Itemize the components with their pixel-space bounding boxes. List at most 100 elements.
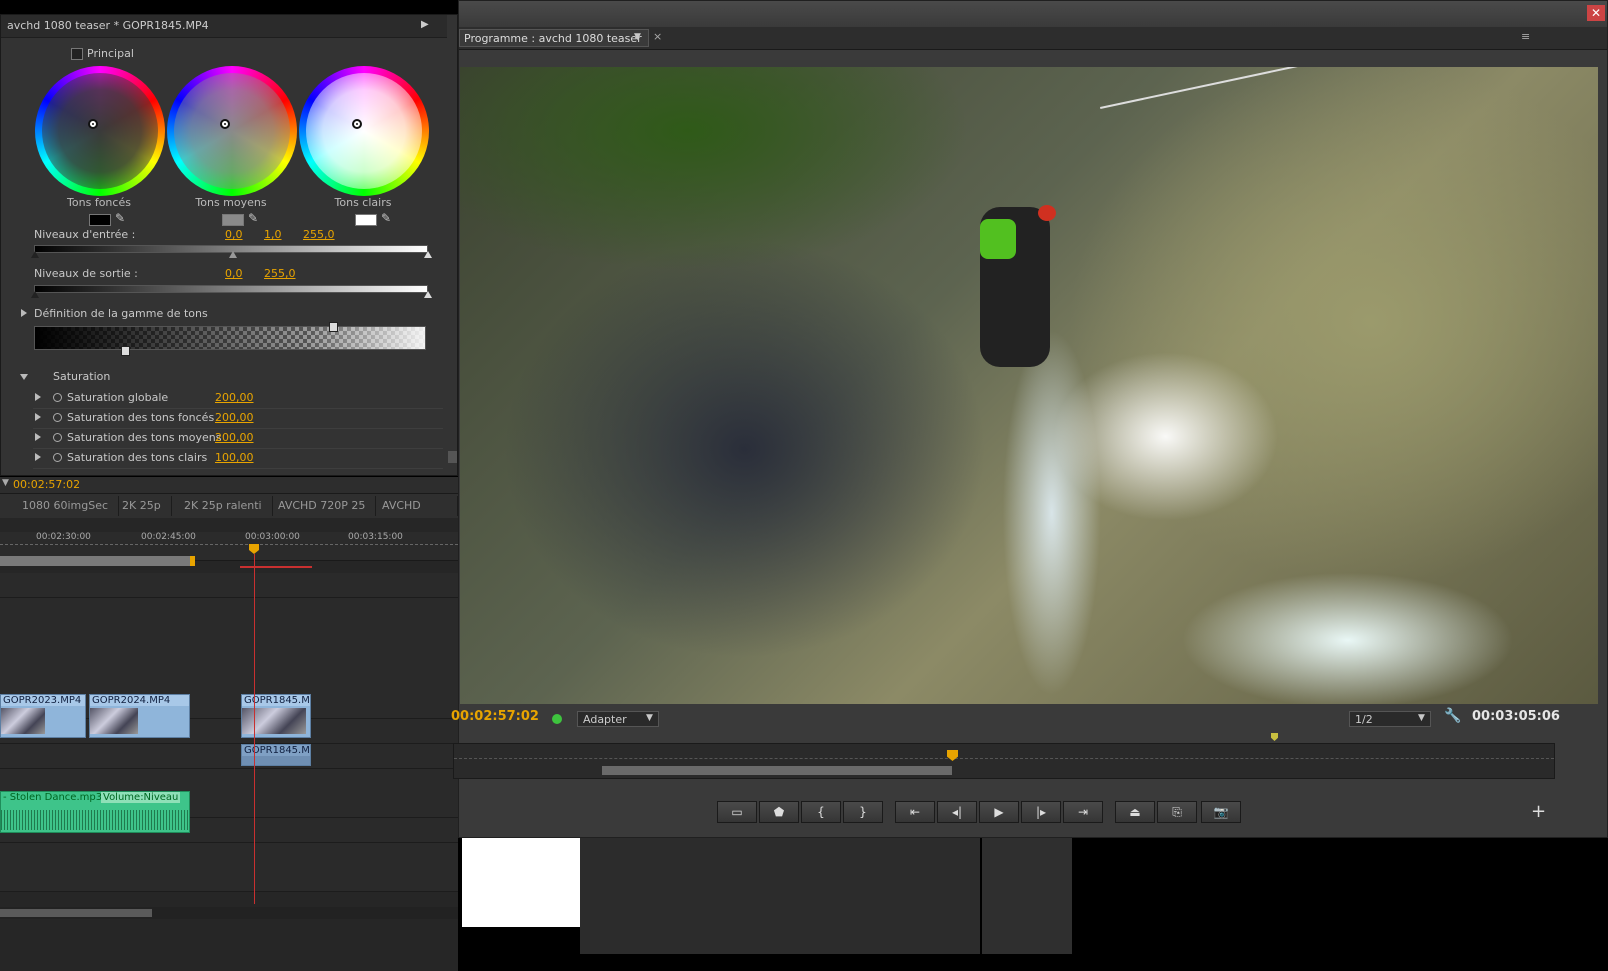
- go-to-in-button[interactable]: ⇤: [895, 801, 935, 823]
- video-clip[interactable]: GOPR2023.MP4: [0, 694, 86, 738]
- fit-dropdown[interactable]: Adapter ▼: [577, 711, 659, 727]
- timeline-header-space: [0, 518, 458, 532]
- shadows-swatch[interactable]: [89, 214, 111, 226]
- work-area-bar[interactable]: [0, 556, 192, 566]
- input-level-white[interactable]: 255,0: [303, 228, 335, 241]
- wrench-icon[interactable]: 🔧: [1444, 708, 1461, 724]
- sequence-tab[interactable]: 2K 25p ralenti: [174, 496, 273, 516]
- expand-arrow-icon[interactable]: [35, 453, 41, 461]
- background-panel: [982, 825, 1072, 954]
- output-black-slider[interactable]: [31, 291, 39, 298]
- stopwatch-icon[interactable]: [53, 433, 62, 442]
- zoom-scroll-bar[interactable]: [602, 766, 952, 775]
- chevron-down-icon[interactable]: ▼: [634, 32, 641, 42]
- resolution-dropdown[interactable]: 1/2 ▼: [1349, 711, 1431, 727]
- ruler-label: 00:02:45:00: [141, 532, 196, 542]
- step-forward-button[interactable]: |▸: [1021, 801, 1061, 823]
- collapse-arrow-icon[interactable]: [20, 374, 28, 380]
- extract-button[interactable]: ⎘: [1157, 801, 1197, 823]
- tone-range-handle[interactable]: [329, 322, 338, 332]
- work-area-end-handle[interactable]: [190, 556, 195, 566]
- safe-margins-button[interactable]: ▭: [717, 801, 757, 823]
- input-level-black[interactable]: 0,0: [225, 228, 243, 241]
- panel-arrow-icon[interactable]: ▶: [421, 19, 429, 30]
- highlights-color-wheel[interactable]: [299, 66, 429, 196]
- time-ruler[interactable]: 00:02:30:00 00:02:45:00 00:03:00:00 00:0…: [0, 532, 458, 568]
- add-marker-button[interactable]: ⬟: [759, 801, 799, 823]
- mark-out-button[interactable]: }: [843, 801, 883, 823]
- principal-checkbox[interactable]: [71, 48, 83, 60]
- stopwatch-icon[interactable]: [53, 453, 62, 462]
- stopwatch-icon[interactable]: [53, 413, 62, 422]
- sequence-tab[interactable]: 2K 25p: [112, 496, 172, 516]
- tone-range-handle[interactable]: [121, 346, 130, 356]
- video-clip-lower[interactable]: GOPR1845.M: [241, 744, 311, 766]
- stopwatch-icon[interactable]: [53, 393, 62, 402]
- render-bar: [240, 566, 312, 568]
- eyedropper-icon[interactable]: ✎: [115, 211, 125, 225]
- step-back-button[interactable]: ◂|: [937, 801, 977, 823]
- output-level-black[interactable]: 0,0: [225, 267, 243, 280]
- lift-button[interactable]: ⏏: [1115, 801, 1155, 823]
- saturation-row-label: Saturation globale: [67, 391, 169, 404]
- saturation-row-value[interactable]: 200,00: [215, 411, 254, 424]
- program-tab[interactable]: Programme : avchd 1080 teaser ▼: [459, 29, 649, 47]
- climber-helmet: [1038, 205, 1056, 221]
- program-video-frame[interactable]: [460, 67, 1598, 704]
- expand-arrow-icon[interactable]: [21, 309, 27, 317]
- effect-header-title: avchd 1080 teaser * GOPR1845.MP4: [7, 19, 209, 32]
- timeline-scrollbar[interactable]: [0, 907, 458, 919]
- audio-effect-dropdown[interactable]: Volume:Niveau: [101, 792, 181, 803]
- close-window-icon[interactable]: ✕: [1587, 5, 1605, 21]
- background-panel: [580, 825, 980, 954]
- audio-clip[interactable]: - Stolen Dance.mp3 Volume:Niveau: [0, 791, 190, 833]
- sequence-tab[interactable]: 1080 60imgSec: [12, 496, 120, 516]
- eyedropper-icon[interactable]: ✎: [248, 211, 258, 225]
- input-gamma-slider[interactable]: [229, 251, 237, 258]
- highlights-wheel-handle[interactable]: [352, 119, 362, 129]
- marker-icon[interactable]: [1271, 733, 1278, 741]
- midtones-swatch[interactable]: [222, 214, 244, 226]
- highlights-swatch[interactable]: [355, 214, 377, 226]
- input-white-slider[interactable]: [424, 251, 432, 258]
- video-clip[interactable]: GOPR2024.MP4: [89, 694, 190, 738]
- output-level-white[interactable]: 255,0: [264, 267, 296, 280]
- expand-arrow-icon[interactable]: [35, 433, 41, 441]
- shadows-color-wheel[interactable]: [35, 66, 165, 196]
- program-monitor-window: ✕ Programme : avchd 1080 teaser ▼ × ≡ 00…: [451, 0, 1608, 838]
- midtones-wheel-handle[interactable]: [220, 119, 230, 129]
- eyedropper-icon[interactable]: ✎: [381, 211, 391, 225]
- input-level-gamma[interactable]: 1,0: [264, 228, 282, 241]
- midtones-label: Tons moyens: [195, 196, 267, 209]
- shadows-label: Tons foncés: [67, 196, 131, 209]
- scrollbar-thumb[interactable]: [0, 909, 152, 917]
- expand-arrow-icon[interactable]: [35, 413, 41, 421]
- playhead-line[interactable]: [254, 554, 255, 904]
- saturation-row-value[interactable]: 200,00: [215, 431, 254, 444]
- sequence-tab[interactable]: AVCHD 720P 25: [268, 496, 377, 516]
- tone-range-bar[interactable]: [34, 326, 426, 350]
- panel-menu-icon[interactable]: ≡: [1521, 30, 1530, 43]
- midtones-color-wheel[interactable]: [167, 66, 297, 196]
- effect-timecode[interactable]: 00:02:57:02: [13, 478, 80, 491]
- shadows-wheel-handle[interactable]: [88, 119, 98, 129]
- input-black-slider[interactable]: [31, 251, 39, 258]
- close-tab-icon[interactable]: ×: [653, 30, 662, 43]
- current-timecode[interactable]: 00:02:57:02: [451, 709, 539, 724]
- add-button-icon[interactable]: +: [1531, 801, 1546, 822]
- video-track: [0, 573, 458, 598]
- program-tab-label: Programme : avchd 1080 teaser: [464, 32, 642, 45]
- saturation-row-value[interactable]: 100,00: [215, 451, 254, 464]
- saturation-row-value[interactable]: 200,00: [215, 391, 254, 404]
- go-to-out-button[interactable]: ⇥: [1063, 801, 1103, 823]
- scrub-bar[interactable]: [453, 743, 1555, 779]
- expand-arrow-icon[interactable]: [35, 393, 41, 401]
- mark-in-button[interactable]: {: [801, 801, 841, 823]
- panel-scrollbar[interactable]: [448, 451, 457, 463]
- play-button[interactable]: ▶: [979, 801, 1019, 823]
- output-white-slider[interactable]: [424, 291, 432, 298]
- export-frame-button[interactable]: 📷: [1201, 801, 1241, 823]
- video-clip-selected[interactable]: GOPR1845.M: [241, 694, 311, 738]
- clip-label: GOPR1845.M: [242, 745, 310, 756]
- sequence-tab[interactable]: AVCHD 1080: [372, 496, 458, 532]
